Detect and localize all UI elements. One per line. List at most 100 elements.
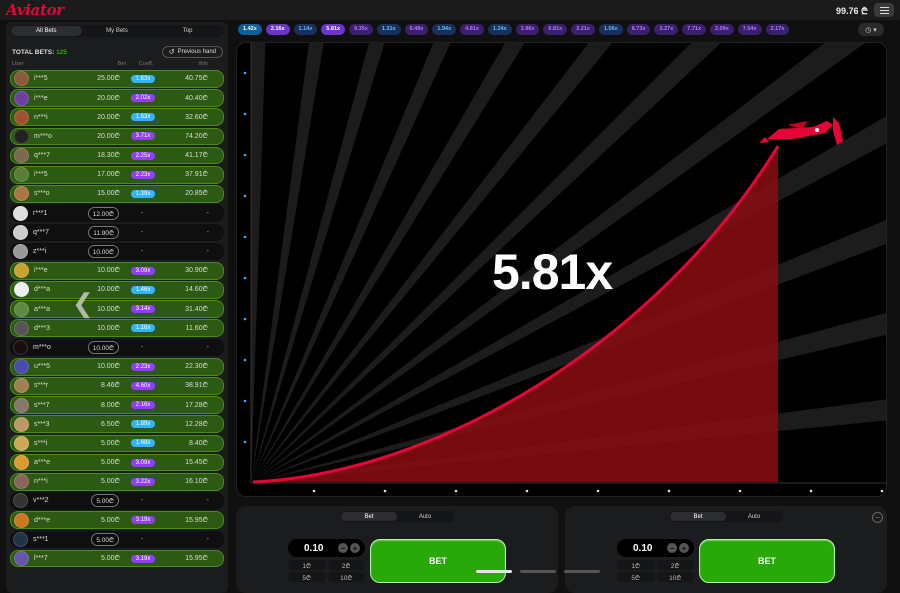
table-row: m***o 10.00₾ - - <box>10 338 224 357</box>
history-multiplier[interactable]: 4.81x <box>460 24 484 35</box>
coeff-empty: - <box>140 535 144 543</box>
table-row: n***i 20.00₾ 1.63x 32.60₾ <box>10 108 224 127</box>
history-multiplier[interactable]: 5.81x <box>321 24 346 35</box>
quick-amount-button[interactable]: 5₾ <box>288 572 326 582</box>
quick-amounts: 1₾ 2₾ 5₾ 10₾ <box>288 560 365 582</box>
stake-input[interactable]: 0.10 − + <box>288 539 365 557</box>
history-multiplier[interactable]: 2.16x <box>265 24 290 35</box>
clock-icon[interactable]: ◷ ▾ <box>858 23 884 36</box>
previous-hand-button[interactable]: ↺ Previous hand <box>161 46 223 58</box>
history-multiplier[interactable]: 1.42x <box>238 24 262 35</box>
coeff-empty: - <box>140 228 144 236</box>
username: i***e <box>34 267 48 275</box>
bet-amount: 8.00₾ <box>100 401 120 409</box>
table-row: i***e 10.00₾ 3.09x 30.90₾ <box>10 261 224 280</box>
bet-amount: 15.00₾ <box>97 190 120 198</box>
tab-all-bets[interactable]: All Bets <box>11 26 82 36</box>
coeff-cell: 3.14x <box>120 305 166 314</box>
history-multiplier[interactable]: 6.48x <box>404 24 429 35</box>
win-amount: 15.45₾ <box>185 459 208 467</box>
remove-panel-icon[interactable]: − <box>872 512 883 523</box>
history-multiplier[interactable]: 2.17x <box>765 24 790 35</box>
quick-amount-button[interactable]: 5₾ <box>617 572 655 582</box>
win-amount: 38.91₾ <box>185 382 208 390</box>
history-multiplier[interactable]: 1.56x <box>598 24 623 35</box>
history-multiplier[interactable]: 7.71x <box>682 24 707 35</box>
x-axis-dot <box>809 489 813 493</box>
tab-bet[interactable]: Bet <box>670 512 726 521</box>
y-axis-dot <box>243 153 247 157</box>
plus-icon[interactable]: + <box>679 543 689 553</box>
hamburger-icon[interactable] <box>874 3 894 17</box>
bet-amount: 5.00₾ <box>100 478 120 486</box>
bet-amount: 25.00₾ <box>97 75 120 83</box>
minus-icon[interactable]: − <box>667 543 677 553</box>
history-multiplier[interactable]: 6.73x <box>626 24 651 35</box>
tab-top[interactable]: Top <box>152 26 223 36</box>
avatar <box>14 551 29 567</box>
tab-bet[interactable]: Bet <box>341 512 397 521</box>
bet-button[interactable]: BET <box>370 539 506 583</box>
avatar <box>14 474 29 490</box>
table-row: a***e 5.00₾ 3.09x 15.45₾ <box>10 453 224 472</box>
history-multiplier[interactable]: 6.81x <box>543 24 568 35</box>
quick-amount-button[interactable]: 1₾ <box>288 560 326 570</box>
history-multiplier[interactable]: 9.35x <box>349 24 373 35</box>
username: s***1 <box>33 535 49 543</box>
carousel-dot[interactable] <box>476 570 512 573</box>
coeff-empty: - <box>140 209 144 217</box>
bets-table-header: User Bet Coeff. Win <box>6 61 228 70</box>
plus-icon[interactable]: + <box>350 543 360 553</box>
bet-amount-box: 5.00₾ <box>85 494 119 508</box>
win-amount: 40.40₾ <box>185 94 208 102</box>
coeff-cell: 1.46x <box>120 285 166 294</box>
history-multiplier[interactable]: 1.31x <box>376 24 401 35</box>
win-amount: 8.40₾ <box>188 439 208 447</box>
quick-amount-button[interactable]: 10₾ <box>656 572 694 582</box>
coeff-badge: 3.19x <box>130 554 156 563</box>
quick-amount-button[interactable]: 2₾ <box>327 560 365 570</box>
history-multiplier[interactable]: 7.54x <box>737 24 762 35</box>
bet-button[interactable]: BET <box>699 539 835 583</box>
avatar <box>14 359 29 375</box>
bet-amount: 10.00₾ <box>87 340 119 354</box>
balance: 99.76 ₾ <box>836 5 868 16</box>
bets-tabs: All Bets My Bets Top <box>10 25 224 37</box>
username: s***3 <box>34 420 50 428</box>
history-multiplier[interactable]: 3.27x <box>654 24 679 35</box>
history-multiplier[interactable]: 2.21x <box>571 24 595 35</box>
history-multiplier[interactable]: 1.24x <box>487 24 512 35</box>
top-bar: Aviator 99.76 ₾ <box>0 0 900 20</box>
tab-auto[interactable]: Auto <box>397 512 453 521</box>
quick-amount-button[interactable]: 2₾ <box>656 560 694 570</box>
minus-icon[interactable]: − <box>338 543 348 553</box>
history-multiplier[interactable]: 2.09x <box>710 24 734 35</box>
tab-auto[interactable]: Auto <box>726 512 782 521</box>
username: m***o <box>33 343 51 351</box>
col-win: Win <box>198 61 208 67</box>
username: s***r <box>34 382 49 390</box>
history-multiplier[interactable]: 1.14x <box>293 24 318 35</box>
quick-amount-button[interactable]: 10₾ <box>327 572 365 582</box>
carousel-dot[interactable] <box>564 570 600 573</box>
total-bets-label: TOTAL BETS: <box>12 48 55 56</box>
history-multiplier[interactable]: 3.96x <box>515 24 540 35</box>
win-amount: 22.30₾ <box>185 363 208 371</box>
carousel-dot[interactable] <box>520 570 556 573</box>
coeff-cell: 1.63x <box>120 74 166 83</box>
coeff-badge: 3.22x <box>130 477 156 486</box>
history-multiplier[interactable]: 1.94x <box>432 24 457 35</box>
coeff-badge: 1.63x <box>130 113 156 122</box>
table-row: z***i 10.00₾ - - <box>10 242 224 261</box>
avatar <box>14 397 29 413</box>
coeff-badge: 2.02x <box>130 94 156 103</box>
stake-input[interactable]: 0.10 − + <box>617 539 694 557</box>
table-row: s***7 8.00₾ 2.16x 17.28₾ <box>10 396 224 414</box>
quick-amount-button[interactable]: 1₾ <box>617 560 655 570</box>
avatar <box>14 263 29 279</box>
chevron-left-icon[interactable]: ❮ <box>72 288 94 319</box>
tab-my-bets[interactable]: My Bets <box>82 26 153 36</box>
avatar <box>14 416 29 432</box>
username: i***5 <box>34 75 48 83</box>
bet-panel-2: Bet Auto − 0.10 − + 1₾ 2₾ 5₾ 10₾ BET <box>565 506 887 593</box>
